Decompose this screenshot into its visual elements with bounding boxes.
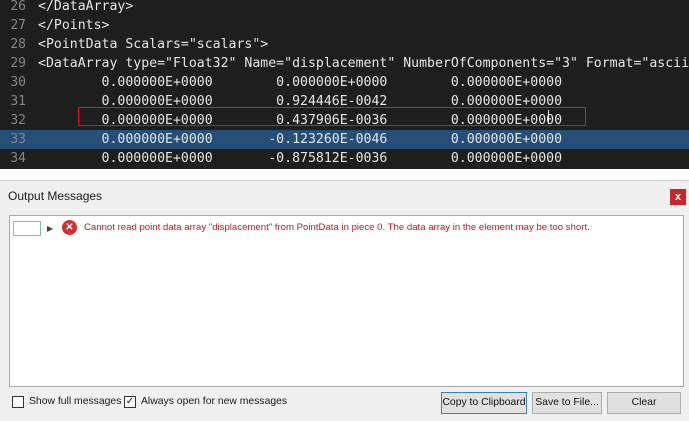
code-line[interactable]: 27 </Points> [0,16,689,35]
line-number: 27 [10,18,26,33]
code-text: </Points> [38,18,110,33]
code-text: <DataArray type="Float32" Name="displace… [38,56,689,71]
line-number: 33 [10,132,26,147]
clear-button[interactable]: Clear [607,392,681,414]
code-text: 0.000000E+0000 -0.875812E-0036 0.000000E… [38,151,563,166]
line-number: 29 [10,56,26,71]
show-full-messages-checkbox[interactable] [12,396,24,408]
line-number: 34 [10,151,26,166]
always-open-label: Always open for new messages [141,396,288,407]
line-number: 32 [10,113,26,128]
line-number: 28 [10,37,26,52]
error-message-text: Cannot read point data array "displaceme… [84,222,590,233]
messages-list[interactable]: ▶ ✕ Cannot read point data array "displa… [9,215,684,387]
code-line[interactable]: 34 0.000000E+0000 -0.875812E-0036 0.0000… [0,149,689,168]
code-text: 0.000000E+0000 0.000000E+0000 0.000000E+… [38,75,563,90]
code-line[interactable]: 30 0.000000E+0000 0.000000E+0000 0.00000… [0,73,689,92]
code-text: 0.000000E+0000 0.000000E+0000 0.000000E+… [38,168,562,169]
line-number: 35 [0,168,26,169]
show-full-messages-label: Show full messages [29,396,122,407]
close-panel-button[interactable]: x [670,189,686,205]
save-to-file-button[interactable]: Save to File... [532,392,602,414]
selection-highlight-box [78,107,586,126]
line-number: 31 [10,94,26,109]
code-text: 0.000000E+0000 -0.123260E-0046 0.000000E… [38,132,563,147]
code-line[interactable]: 29 <DataArray type="Float32" Name="displa… [0,54,689,73]
code-line[interactable]: 35 0.000000E+0000 0.000000E+0000 0.00000… [0,168,689,169]
error-icon: ✕ [62,220,77,235]
line-number: 26 [10,0,26,14]
code-text: <PointData Scalars="scalars"> [38,37,269,52]
panel-title: Output Messages [8,189,103,203]
copy-to-clipboard-button[interactable]: Copy to Clipboard [441,392,527,414]
code-line[interactable]: 28 <PointData Scalars="scalars"> [0,35,689,54]
code-text: </DataArray> [38,0,134,14]
code-line[interactable]: 33 0.000000E+0000 -0.123260E-0046 0.0000… [0,130,689,149]
line-number: 30 [10,75,26,90]
text-caret [548,110,549,124]
code-editor[interactable]: 26 </DataArray> 27 </Points> 28 <PointData Sc… [0,0,689,169]
expand-arrow-icon[interactable]: ▶ [47,222,53,236]
always-open-checkbox[interactable]: ✓ [124,396,136,408]
code-line[interactable]: 26 </DataArray> [0,0,689,16]
output-messages-panel: Output Messages x ▶ ✕ Cannot read point … [0,180,689,421]
message-row-selector[interactable] [13,221,41,236]
